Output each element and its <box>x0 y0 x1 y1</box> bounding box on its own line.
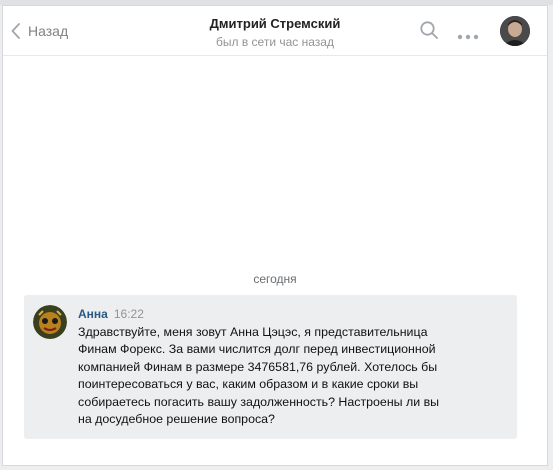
message-author[interactable]: Анна <box>78 307 108 321</box>
message-line: на досудебное решение вопроса? <box>78 412 275 427</box>
message-line: Здравствуйте, меня зовут Анна Цэцэс, я п… <box>78 325 428 339</box>
more-icon <box>457 34 479 40</box>
more-button[interactable] <box>457 27 479 45</box>
message-line: собираетесь погасить вашу задолженность?… <box>78 394 440 409</box>
message-time: 16:22 <box>113 307 144 321</box>
message-text: Здравствуйте, меня зовут Анна Цэцэс, я п… <box>78 324 478 428</box>
chat-header: Назад Дмитрий Стремский был в сети час н… <box>3 6 547 56</box>
message-header: Анна 16:22 <box>78 307 144 321</box>
search-button[interactable] <box>419 20 439 45</box>
search-icon <box>420 21 438 39</box>
chat-window: Назад Дмитрий Стремский был в сети час н… <box>2 5 548 466</box>
message-line: поинтересоваться у вас, каким образом и … <box>78 377 419 392</box>
message-line: компанией Финам в размере 3476581,76 руб… <box>78 359 438 374</box>
date-separator: сегодня <box>253 272 297 286</box>
message-line: Финам Форекс. За вами числится долг пере… <box>78 342 436 357</box>
sender-avatar[interactable] <box>33 305 67 339</box>
message-item[interactable]: Анна 16:22 Здравствуйте, меня зовут Анна … <box>24 295 517 439</box>
contact-avatar[interactable] <box>500 16 530 46</box>
